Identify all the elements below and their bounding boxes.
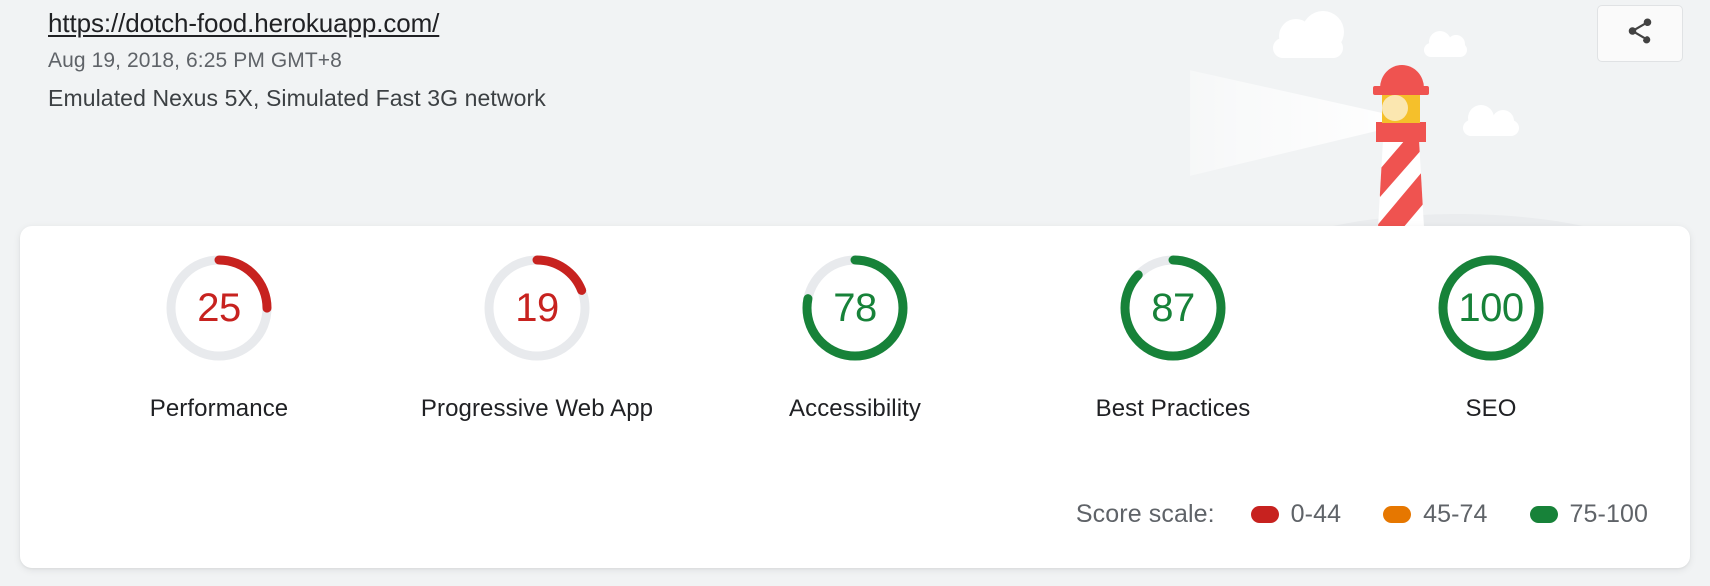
gauge-label-performance: Performance: [149, 395, 289, 422]
lighthouse-band: [1376, 122, 1426, 142]
gauge-value-seo: 100: [1458, 286, 1524, 330]
score-scale-pill-pass: [1529, 505, 1558, 523]
score-scale-title: Score scale:: [1075, 499, 1215, 528]
score-gauge-accessibility[interactable]: 78 Accessibility: [696, 250, 1014, 424]
lighthouse-lamp: [1382, 95, 1408, 121]
score-scale-range-pass: 75-100: [1569, 499, 1648, 528]
lighthouse-platform: [1373, 86, 1429, 95]
gauge-value-best-practices: 87: [1151, 286, 1195, 330]
share-button[interactable]: [1597, 5, 1683, 62]
score-gauge-progressive-web-app[interactable]: 19 Progressive Web App: [378, 250, 696, 424]
cloud-large: [1273, 11, 1344, 58]
score-scale-pill-fail: [1250, 505, 1279, 523]
gauge-value-performance: 25: [197, 286, 241, 330]
score-scale-range-fail: 0-44: [1290, 499, 1342, 528]
score-scale-legend: Score scale: 0-44 45-74 75-100: [1076, 498, 1648, 530]
gauge-label-accessibility: Accessibility: [789, 395, 921, 422]
report-environment: Emulated Nexus 5X, Simulated Fast 3G net…: [48, 85, 546, 111]
cloud-medium: [1463, 105, 1519, 136]
score-gauge-performance[interactable]: 25 Performance: [60, 250, 378, 424]
gauge-value-accessibility: 78: [833, 286, 877, 330]
score-scale-range-average: 45-74: [1423, 499, 1488, 528]
score-gauges-row: 25 Performance 19 Progressive Web App 78…: [20, 250, 1690, 470]
gauge-ring-seo: 100: [1433, 250, 1549, 366]
share-icon: [1625, 16, 1655, 51]
report-metadata: https://dotch-food.herokuapp.com/ Aug 19…: [48, 6, 546, 115]
score-scale-entry-pass: 75-100: [1529, 499, 1648, 529]
gauge-ring-accessibility: 78: [797, 250, 913, 366]
score-scale-pill-average: [1383, 505, 1412, 523]
score-gauge-seo[interactable]: 100 SEO: [1332, 250, 1650, 424]
cloud-small: [1424, 31, 1467, 57]
gauge-ring-progressive-web-app: 19: [479, 250, 595, 366]
lighthouse-dome: [1380, 65, 1424, 88]
audited-url-link[interactable]: https://dotch-food.herokuapp.com/: [48, 6, 546, 40]
lighthouse-lightroom: [1382, 93, 1420, 123]
gauge-label-seo: SEO: [1465, 395, 1517, 422]
lighthouse-beam: [1090, 48, 1418, 200]
score-scale-entry-average: 45-74: [1383, 500, 1487, 529]
gauge-ring-performance: 25: [161, 250, 277, 366]
score-gauge-best-practices[interactable]: 87 Best Practices: [1014, 250, 1332, 424]
gauge-label-best-practices: Best Practices: [1095, 395, 1251, 422]
gauge-label-progressive-web-app: Progressive Web App: [420, 395, 654, 422]
gauge-ring-best-practices: 87: [1115, 250, 1231, 366]
score-scale-entry-fail: 0-44: [1250, 499, 1342, 529]
report-timestamp: Aug 19, 2018, 6:25 PM GMT+8: [48, 49, 342, 72]
gauge-value-progressive-web-app: 19: [515, 286, 559, 330]
scores-card: 25 Performance 19 Progressive Web App 78…: [20, 226, 1690, 568]
report-header: https://dotch-food.herokuapp.com/ Aug 19…: [0, 0, 1710, 248]
